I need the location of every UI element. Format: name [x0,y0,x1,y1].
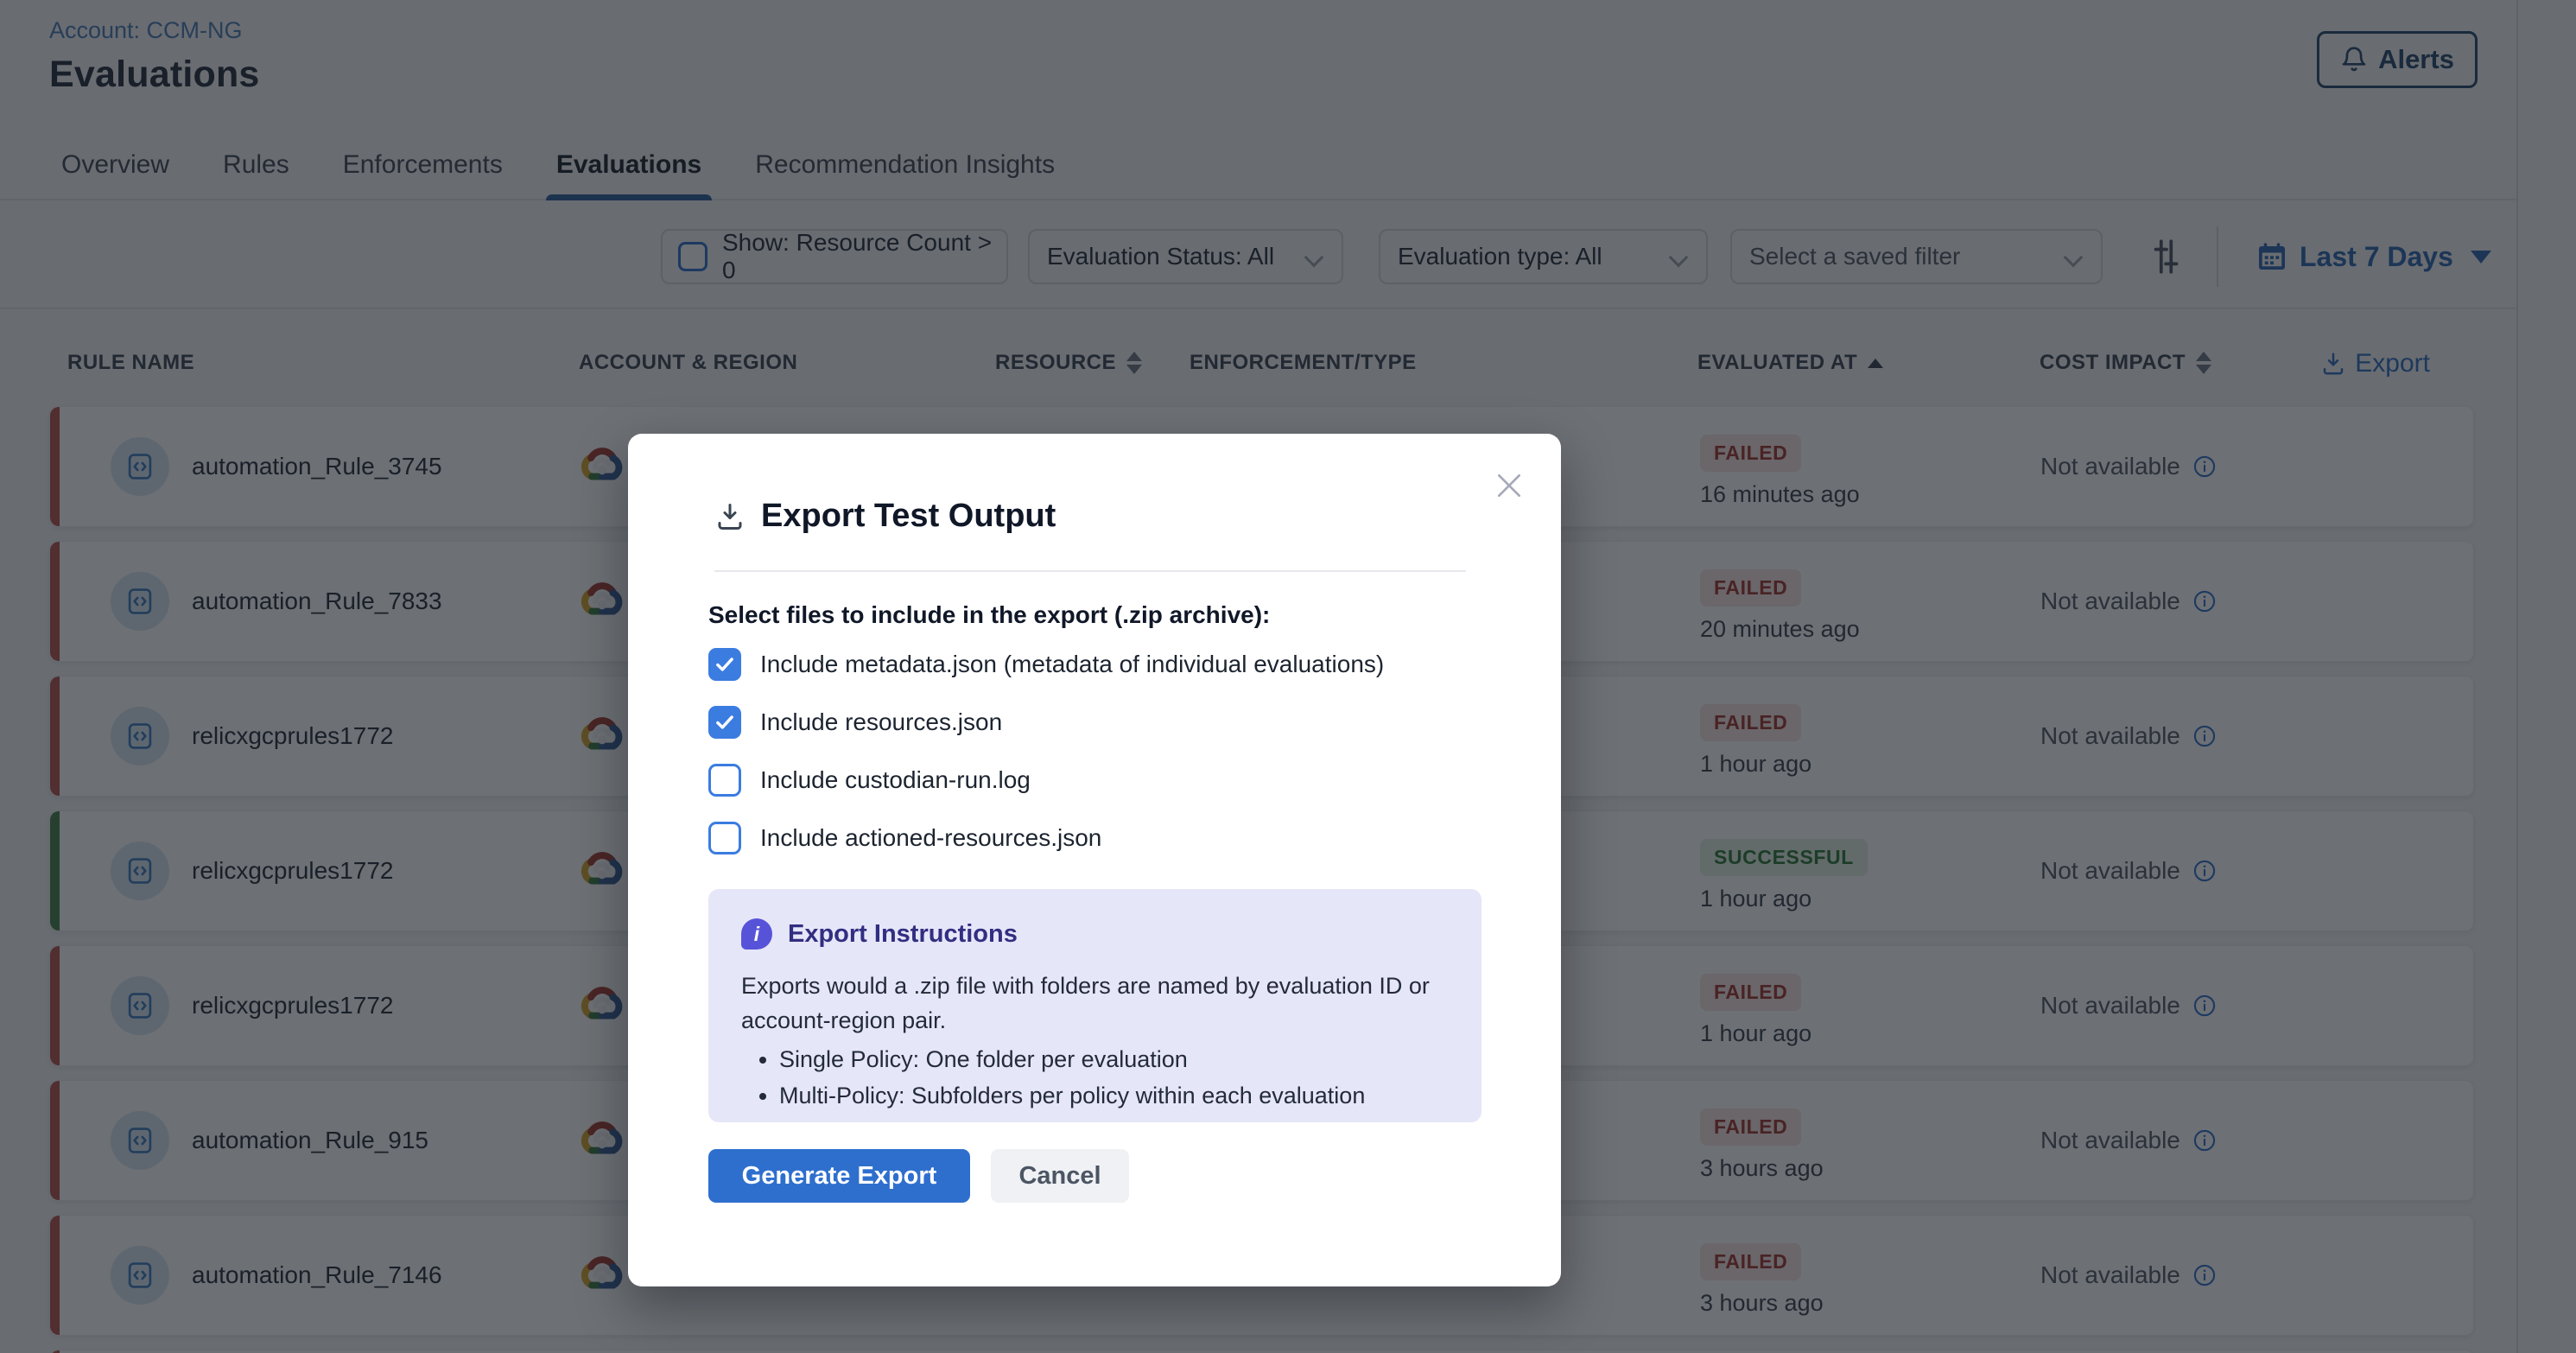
instructions-header: i Export Instructions [741,918,1449,950]
checkbox[interactable] [708,706,741,739]
export-option[interactable]: Include custodian-run.log [708,764,1486,797]
checkbox[interactable] [708,822,741,854]
export-test-output-modal: Export Test Output Select files to inclu… [628,434,1561,1286]
instructions-bullets: Single Policy: One folder per evaluation… [741,1041,1449,1114]
download-icon [714,501,746,532]
export-option-label: Include resources.json [760,708,1002,736]
modal-button-row: Generate Export Cancel [708,1149,1129,1203]
instructions-body: Exports would a .zip file with folders a… [741,969,1432,1038]
generate-export-button[interactable]: Generate Export [708,1149,970,1203]
export-option-label: Include custodian-run.log [760,766,1031,794]
info-bubble-icon: i [741,918,772,950]
export-option-label: Include actioned-resources.json [760,824,1101,852]
checkbox[interactable] [708,764,741,797]
modal-title: Export Test Output [761,498,1056,535]
instructions-title: Export Instructions [788,920,1018,949]
export-option-label: Include metadata.json (metadata of indiv… [760,651,1384,678]
close-icon[interactable] [1492,468,1526,503]
export-option[interactable]: Include metadata.json (metadata of indiv… [708,648,1486,681]
check-icon [714,711,736,734]
export-instructions-box: i Export Instructions Exports would a .z… [708,889,1482,1122]
modal-title-row: Export Test Output [714,498,1056,535]
modal-divider [714,570,1466,572]
instruction-bullet: Multi-Policy: Subfolders per policy with… [779,1077,1449,1114]
select-files-label: Select files to include in the export (.… [708,601,1270,629]
instruction-bullet: Single Policy: One folder per evaluation [779,1041,1449,1077]
cancel-button[interactable]: Cancel [991,1149,1129,1203]
export-option[interactable]: Include resources.json [708,706,1486,739]
checkbox[interactable] [708,648,741,681]
check-icon [714,653,736,676]
export-options-list: Include metadata.json (metadata of indiv… [708,648,1486,854]
export-option[interactable]: Include actioned-resources.json [708,822,1486,854]
